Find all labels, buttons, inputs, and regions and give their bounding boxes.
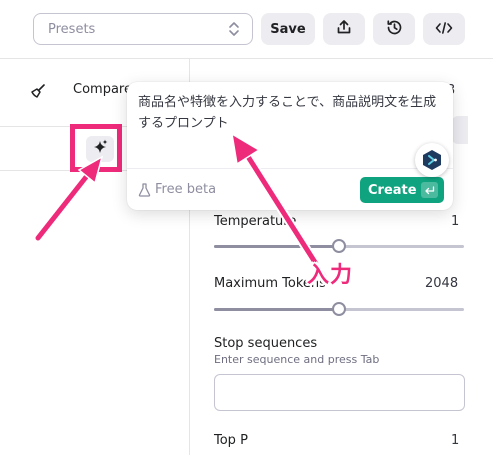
annotation-arrow-left: [33, 155, 104, 243]
annotation-arrows: [33, 132, 330, 283]
annotation-label: 入力: [307, 263, 354, 288]
